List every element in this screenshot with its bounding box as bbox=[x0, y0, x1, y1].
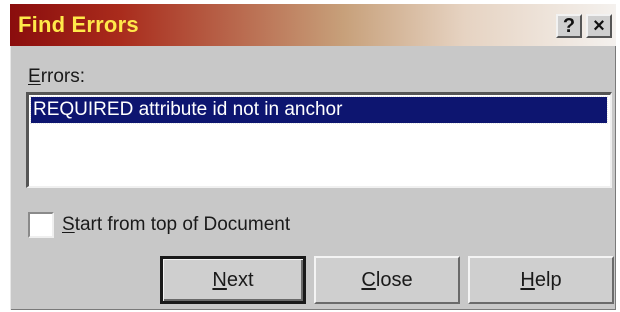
next-button[interactable]: Next bbox=[160, 256, 306, 304]
close-text: lose bbox=[375, 268, 413, 291]
help-text: elp bbox=[534, 268, 562, 291]
errors-label: Errors: bbox=[28, 66, 85, 88]
close-button[interactable]: Close bbox=[314, 256, 460, 304]
errors-label-text: rrors: bbox=[40, 66, 86, 87]
start-from-top-text: tart from top of Document bbox=[74, 214, 291, 235]
help-mnemonic: H bbox=[520, 268, 535, 291]
start-from-top-checkbox[interactable] bbox=[28, 212, 54, 238]
next-mnemonic: N bbox=[212, 268, 227, 291]
find-errors-dialog: Find Errors ? × Errors: REQUIRED attribu… bbox=[10, 4, 616, 310]
next-text: ext bbox=[226, 268, 254, 291]
title-bar[interactable]: Find Errors ? × bbox=[10, 4, 616, 46]
start-from-top-mnemonic: S bbox=[62, 214, 75, 235]
help-icon[interactable]: ? bbox=[556, 14, 582, 38]
help-button[interactable]: Help bbox=[468, 256, 614, 304]
error-list-item[interactable]: REQUIRED attribute id not in anchor bbox=[30, 96, 608, 124]
errors-label-mnemonic: E bbox=[28, 66, 41, 87]
close-icon[interactable]: × bbox=[586, 14, 612, 38]
errors-list[interactable]: REQUIRED attribute id not in anchor bbox=[26, 92, 612, 188]
dialog-title: Find Errors bbox=[18, 12, 139, 37]
start-from-top-label[interactable]: Start from top of Document bbox=[62, 214, 290, 236]
close-mnemonic: C bbox=[361, 268, 376, 291]
